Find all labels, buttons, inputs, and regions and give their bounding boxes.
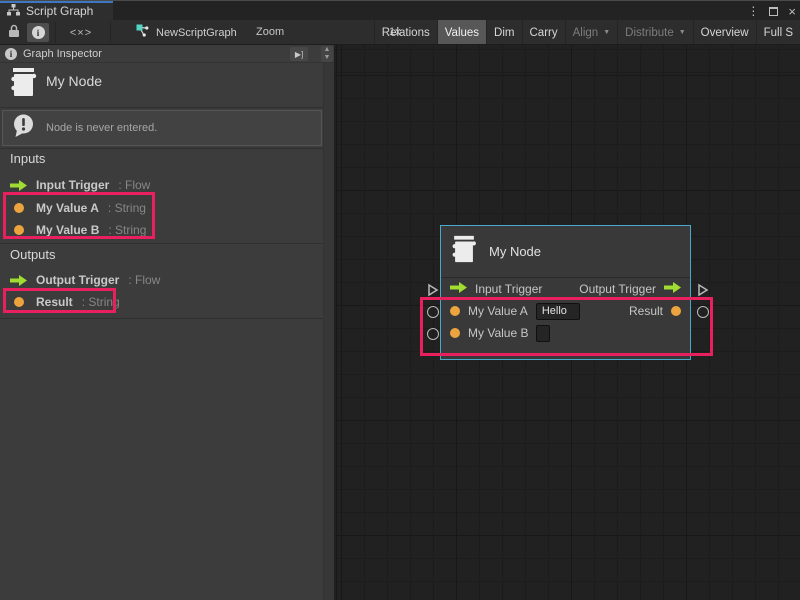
divider (0, 243, 323, 244)
window-controls: ⋮ × (747, 1, 796, 21)
node-title: My Node (489, 244, 541, 259)
inputs-heading: Inputs (10, 151, 45, 166)
divider (0, 148, 323, 149)
dim-button[interactable]: Dim (486, 20, 521, 45)
highlight-rect-input-values (3, 192, 155, 239)
divider (0, 107, 323, 108)
align-dropdown[interactable]: Align▼ (565, 20, 618, 45)
scroll-down-icon[interactable]: ▼ (324, 54, 331, 62)
graph-inspector-panel: i Graph Inspector ▶] ▲▼ My Node Node is … (0, 45, 334, 600)
flow-arrow-icon[interactable] (664, 280, 681, 298)
maximize-icon[interactable] (769, 7, 778, 16)
window-menu-icon[interactable]: ⋮ (747, 5, 759, 17)
inspector-header: i Graph Inspector (0, 45, 334, 63)
zoom-label: Zoom (256, 26, 284, 38)
tab-title: Script Graph (26, 4, 93, 18)
graph-tab-icon (7, 4, 20, 19)
toolbar-separator (55, 22, 56, 43)
divider (0, 318, 323, 319)
fullscreen-button[interactable]: Full S (756, 20, 800, 45)
inspector-title: Graph Inspector (23, 48, 102, 60)
code-icon: <×> (70, 27, 92, 39)
flow-arrow-icon[interactable] (450, 280, 467, 298)
edit-source-button[interactable]: <×> (62, 23, 100, 42)
chevron-down-icon: ▼ (679, 29, 686, 36)
relations-button[interactable]: Relations (374, 20, 437, 45)
outputs-heading: Outputs (10, 247, 56, 262)
toolbar-right-buttons: Relations Values Dim Carry Align▼ Distri… (374, 20, 800, 45)
toolbar-separator (110, 22, 111, 43)
flow-arrow-icon (10, 275, 27, 286)
inspector-scrollbar[interactable] (323, 63, 334, 600)
warning-text: Node is never entered. (46, 122, 157, 134)
tab-bar: Script Graph ⋮ × (0, 0, 800, 20)
node-output-trigger-label: Output Trigger (579, 282, 656, 296)
warning-bubble-icon (11, 113, 36, 143)
node-input-trigger-label: Input Trigger (475, 282, 542, 296)
active-tab-accent (0, 1, 113, 3)
tab-script-graph[interactable]: Script Graph (0, 1, 113, 21)
inspector-port-output-trigger[interactable]: Output Trigger Flow (0, 270, 322, 290)
inspector-collapse-button[interactable]: ▶] (290, 47, 308, 61)
script-graph-asset-icon (136, 24, 150, 41)
carry-button[interactable]: Carry (522, 20, 565, 45)
toolbar: i <×> NewScriptGraph Zoom 1x Relations V… (0, 20, 800, 45)
distribute-dropdown[interactable]: Distribute▼ (617, 20, 693, 45)
script-graph-window: Script Graph ⋮ × i <×> NewScriptGraph (0, 0, 800, 600)
info-icon: i (5, 48, 17, 60)
scroll-up-icon[interactable]: ▲ (324, 46, 331, 54)
graph-asset-button[interactable]: NewScriptGraph (136, 20, 237, 45)
highlight-rect-result (3, 288, 116, 313)
graph-asset-name: NewScriptGraph (156, 27, 237, 39)
node-icon (451, 234, 477, 270)
info-icon: i (32, 26, 45, 39)
lock-icon (8, 24, 20, 41)
values-button[interactable]: Values (437, 20, 486, 45)
warning-box: Node is never entered. (2, 110, 322, 146)
node-icon (10, 66, 37, 104)
overview-button[interactable]: Overview (693, 20, 756, 45)
inspector-scroll-arrows[interactable]: ▲▼ (321, 46, 333, 62)
inspector-toggle-button[interactable]: i (27, 23, 49, 42)
close-icon[interactable]: × (788, 5, 796, 18)
flow-arrow-icon (10, 180, 27, 191)
chevron-down-icon: ▼ (603, 29, 610, 36)
highlight-rect-node-values (420, 297, 713, 356)
inspector-node-name: My Node (46, 73, 102, 89)
node-header[interactable]: My Node (441, 226, 690, 278)
lock-button[interactable] (4, 23, 24, 42)
